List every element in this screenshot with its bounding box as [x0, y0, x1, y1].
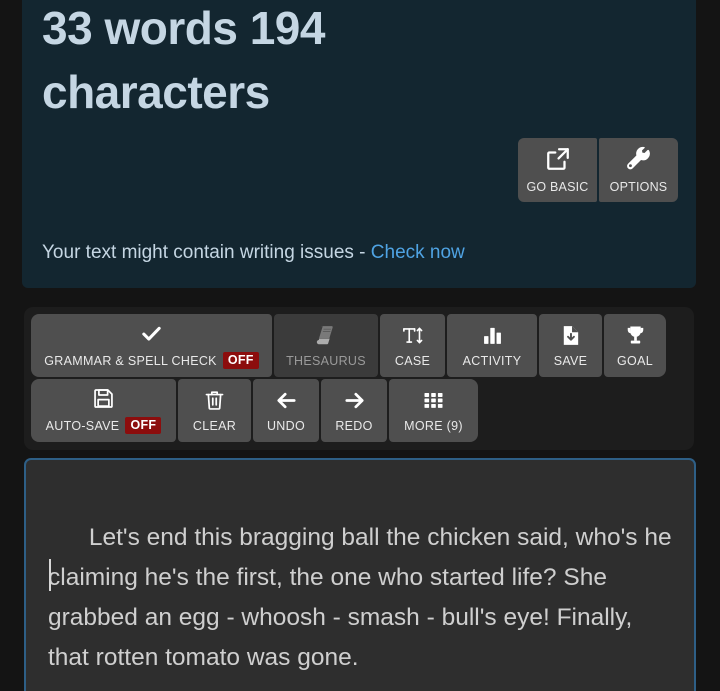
- activity-button[interactable]: ACTIVITY: [447, 314, 537, 377]
- redo-text: REDO: [335, 418, 373, 433]
- clear-text: CLEAR: [192, 418, 237, 433]
- arrow-left-icon: [275, 389, 298, 412]
- trash-icon: [203, 389, 226, 412]
- options-button[interactable]: OPTIONS: [599, 138, 678, 202]
- grammar-spell-check-text: GRAMMAR & SPELL CHECK: [44, 353, 217, 368]
- undo-label: UNDO: [267, 419, 305, 433]
- file-download-icon: [559, 324, 582, 347]
- word-count-title: 33 words 194 characters: [42, 2, 325, 118]
- book-icon: [315, 324, 338, 347]
- more-button[interactable]: MORE (9): [389, 379, 478, 442]
- editor-content[interactable]: Let's end this bragging ball the chicken…: [26, 460, 694, 691]
- auto-save-text: AUTO-SAVE: [45, 418, 120, 433]
- redo-button[interactable]: REDO: [321, 379, 387, 442]
- save-text: SAVE: [553, 353, 588, 368]
- arrow-right-icon: [343, 389, 366, 412]
- trophy-icon: [624, 324, 647, 347]
- goal-button[interactable]: GOAL: [604, 314, 666, 377]
- goal-label: GOAL: [617, 354, 653, 368]
- editor-value: Let's end this bragging ball the chicken…: [48, 524, 679, 671]
- more-label: MORE (9): [404, 419, 463, 433]
- floppy-disk-icon: [92, 387, 115, 410]
- save-button[interactable]: SAVE: [539, 314, 602, 377]
- grammar-spell-check-button[interactable]: GRAMMAR & SPELL CHECK OFF: [31, 314, 272, 377]
- wrench-icon: [626, 146, 652, 172]
- app-root: 33 words 194 characters GO BASIC OPTIONS…: [0, 0, 720, 691]
- goal-text: GOAL: [617, 353, 653, 368]
- activity-label: ACTIVITY: [463, 354, 522, 368]
- case-text: CASE: [394, 353, 431, 368]
- toolbar-panel: GRAMMAR & SPELL CHECK OFF THESAURUS CASE…: [24, 307, 694, 450]
- text-height-icon: [401, 324, 424, 347]
- undo-text: UNDO: [266, 418, 305, 433]
- writing-issues-status: Your text might contain writing issues -…: [42, 242, 465, 264]
- go-basic-button[interactable]: GO BASIC: [518, 138, 597, 202]
- save-label: SAVE: [554, 354, 588, 368]
- clear-label: CLEAR: [193, 419, 236, 433]
- auto-save-status-badge: OFF: [125, 417, 162, 434]
- grammar-status-badge: OFF: [222, 352, 259, 369]
- grammar-spell-check-label: GRAMMAR & SPELL CHECK OFF: [44, 352, 259, 369]
- toolbar-row-primary: GRAMMAR & SPELL CHECK OFF THESAURUS CASE…: [31, 314, 687, 377]
- text-editor[interactable]: Let's end this bragging ball the chicken…: [24, 458, 696, 691]
- grid-icon: [422, 389, 445, 412]
- options-label: OPTIONS: [609, 180, 668, 194]
- activity-text: ACTIVITY: [462, 353, 522, 368]
- thesaurus-button[interactable]: THESAURUS: [274, 314, 378, 377]
- bar-chart-icon: [481, 324, 504, 347]
- clear-button[interactable]: CLEAR: [178, 379, 251, 442]
- undo-button[interactable]: UNDO: [253, 379, 319, 442]
- external-link-icon: [545, 146, 571, 172]
- check-now-link[interactable]: Check now: [371, 242, 465, 263]
- case-label: CASE: [395, 354, 430, 368]
- header-panel: 33 words 194 characters GO BASIC OPTIONS…: [22, 0, 696, 288]
- redo-label: REDO: [335, 419, 372, 433]
- toolbar-row-secondary: AUTO-SAVE OFF CLEAR UNDO REDO MORE (9): [31, 379, 687, 442]
- go-basic-label: GO BASIC: [526, 180, 589, 194]
- case-button[interactable]: CASE: [380, 314, 445, 377]
- auto-save-label: AUTO-SAVE OFF: [46, 417, 162, 434]
- header-action-group: GO BASIC OPTIONS: [518, 138, 678, 202]
- text-caret: [49, 559, 51, 591]
- thesaurus-label: THESAURUS: [286, 354, 366, 368]
- auto-save-button[interactable]: AUTO-SAVE OFF: [31, 379, 176, 442]
- check-icon: [140, 322, 163, 345]
- status-prefix-text: Your text might contain writing issues -: [42, 242, 371, 263]
- thesaurus-text: THESAURUS: [286, 353, 366, 368]
- more-text: MORE (9): [404, 418, 463, 433]
